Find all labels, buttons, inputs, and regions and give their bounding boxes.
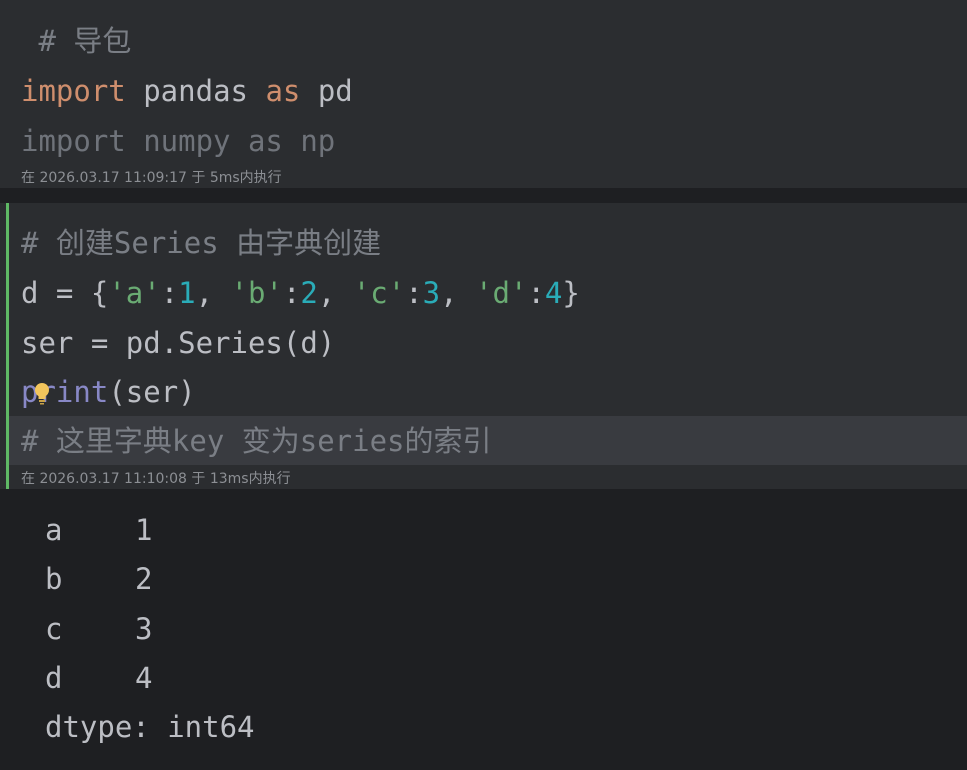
- code-line-import-numpy: import numpy as np: [21, 124, 336, 158]
- execution-info: 在 2026.03.17 11:10:08 于 13ms内执行: [21, 471, 291, 487]
- code-token: ,: [317, 276, 353, 310]
- output-index: d: [45, 661, 63, 695]
- code-cell-1[interactable]: # 导包 import pandas as pd import numpy as…: [0, 0, 967, 188]
- string-token: 'a': [108, 276, 161, 310]
- output-index: b: [45, 562, 63, 596]
- output-value: 2: [135, 562, 153, 596]
- number-token: 4: [544, 276, 563, 310]
- code-token: ,: [195, 276, 231, 310]
- code-token: :: [527, 276, 545, 310]
- output-value: 3: [135, 612, 153, 646]
- code-token: :: [282, 276, 301, 310]
- code-comment: # 导包: [21, 24, 132, 58]
- output-row: a1: [45, 510, 152, 550]
- output-row: b2: [45, 559, 152, 599]
- code-line-series: ser = pd.Series(d): [21, 326, 336, 360]
- code-token: }: [562, 276, 580, 310]
- output-dtype: dtype: int64: [45, 710, 255, 744]
- string-token: 'c': [352, 276, 406, 310]
- code-comment-index: # 这里字典key 变为series的索引: [21, 424, 492, 458]
- code-line-import-pandas: import pandas as pd: [21, 71, 353, 111]
- alias-name: pd: [300, 74, 353, 108]
- string-token: 'd': [475, 276, 528, 310]
- code-token: d = {: [21, 276, 109, 310]
- output-row: d4: [45, 658, 152, 698]
- cell-gutter-bar: [6, 0, 9, 188]
- lightbulb-icon[interactable]: [34, 383, 50, 405]
- code-cell-2[interactable]: # 创建Series 由字典创建 d = {'a':1, 'b':2, 'c':…: [0, 203, 967, 489]
- execution-info: 在 2026.03.17 11:09:17 于 5ms内执行: [21, 170, 282, 186]
- code-comment: # 创建Series 由字典创建: [21, 226, 382, 260]
- number-token: 1: [178, 276, 196, 310]
- keyword-as: as: [265, 74, 301, 108]
- number-token: 2: [300, 276, 318, 310]
- number-token: 3: [422, 276, 441, 310]
- code-line-dict: d = {'a':1, 'b':2, 'c':3, 'd':4}: [21, 273, 580, 313]
- keyword-import: import: [21, 74, 126, 108]
- code-token: ,: [440, 276, 476, 310]
- code-token: :: [160, 276, 179, 310]
- output-index: a: [45, 513, 63, 547]
- module-name: pandas: [125, 74, 266, 108]
- output-index: c: [45, 612, 63, 646]
- code-token: :: [405, 276, 423, 310]
- code-token: (ser): [108, 375, 196, 409]
- output-value: 1: [135, 513, 153, 547]
- output-row: c3: [45, 609, 152, 649]
- string-token: 'b': [230, 276, 283, 310]
- output-value: 4: [135, 661, 153, 695]
